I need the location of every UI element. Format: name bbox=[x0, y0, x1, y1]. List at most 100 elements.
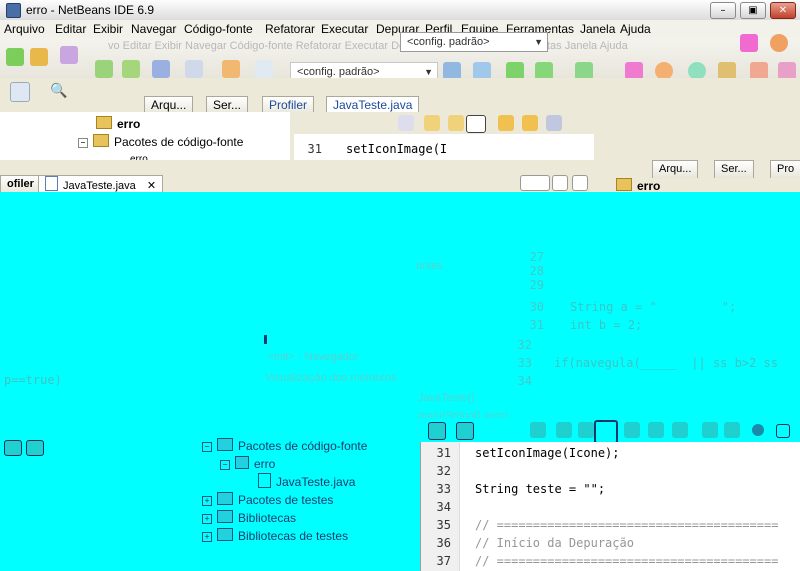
code-comment[interactable]: // =====================================… bbox=[475, 518, 778, 532]
copy-icon[interactable] bbox=[152, 60, 170, 78]
tab-profiler-right[interactable]: Pro bbox=[770, 160, 800, 178]
code-line[interactable]: setIconImage(I bbox=[346, 142, 447, 156]
redo-icon[interactable] bbox=[255, 60, 273, 78]
menu-arquivo[interactable]: Arquivo bbox=[4, 22, 45, 36]
expand-icon: + bbox=[202, 496, 212, 506]
toggle-highlight-icon[interactable] bbox=[594, 420, 618, 444]
config-combo-top[interactable]: <config. padrão> ▼ bbox=[400, 32, 548, 52]
ghost-code-string-a: String a = " "; bbox=[570, 300, 737, 314]
collapse-icon: − bbox=[202, 442, 212, 452]
new-project-icon[interactable] bbox=[6, 48, 24, 66]
tab-editor-file-mid[interactable]: JavaTeste.java ✕ bbox=[38, 175, 164, 193]
search-icon[interactable]: 🔍 bbox=[50, 82, 68, 100]
ghost-line-number: 32 bbox=[517, 338, 532, 352]
tree-package-erro[interactable]: − erro bbox=[220, 455, 275, 473]
ghost-class-member: JavaTeste() bbox=[418, 392, 475, 404]
ghost-code-int-b: int b = 2; bbox=[570, 318, 643, 332]
add-icon[interactable] bbox=[122, 60, 140, 78]
next-occurrence-icon[interactable] bbox=[578, 422, 594, 438]
minimize-button[interactable]: – bbox=[710, 2, 736, 19]
ghost-navigator-title: <init> - Navegador bbox=[268, 351, 359, 363]
ghost-line-number: 34 bbox=[517, 374, 532, 388]
window-title: erro - NetBeans IDE 6.9 bbox=[26, 3, 155, 17]
code-comment[interactable]: // Início da Depuração bbox=[475, 536, 634, 550]
line-number: 35 bbox=[436, 518, 451, 532]
tree-file-javateste[interactable]: JavaTeste.java bbox=[258, 473, 355, 491]
open-project-icon[interactable] bbox=[30, 48, 48, 66]
record-macro-icon[interactable] bbox=[752, 424, 764, 436]
tree-project-erro-right[interactable]: erro bbox=[616, 178, 660, 193]
line-number: 37 bbox=[436, 554, 451, 568]
tab-arquivos-right[interactable]: Arqu... bbox=[652, 160, 699, 178]
close-tab-icon[interactable]: ✕ bbox=[147, 180, 156, 192]
folder-icon bbox=[217, 492, 233, 505]
package-icon bbox=[235, 456, 249, 469]
tab-profiler-mid[interactable]: ofiler bbox=[0, 175, 41, 193]
paste-icon[interactable] bbox=[185, 60, 203, 78]
next-bookmark-icon[interactable] bbox=[648, 422, 664, 438]
tree-partial-erro[interactable]: erro bbox=[130, 151, 148, 160]
prev-occurrence-icon[interactable] bbox=[424, 115, 440, 131]
find-icon[interactable] bbox=[530, 422, 546, 438]
prev-bookmark-icon[interactable] bbox=[672, 422, 688, 438]
menu-executar[interactable]: Executar bbox=[321, 22, 368, 36]
tree-test-packages[interactable]: + Pacotes de testes bbox=[202, 491, 333, 509]
new-file-icon[interactable] bbox=[95, 60, 113, 78]
code-line[interactable]: setIconImage(Icone); bbox=[475, 446, 620, 460]
tree-test-libraries[interactable]: + Bibliotecas de testes bbox=[202, 527, 348, 545]
tree-source-packages[interactable]: − Pacotes de código-fonte bbox=[202, 437, 367, 455]
text-cursor bbox=[264, 335, 267, 344]
panel-option-icon[interactable] bbox=[4, 440, 22, 456]
ghost-line-number: 28 bbox=[529, 264, 544, 278]
line-number: 36 bbox=[436, 536, 451, 550]
next-bookmark-icon[interactable] bbox=[522, 115, 538, 131]
pause-icon-top[interactable] bbox=[770, 34, 788, 52]
shift-right-icon[interactable] bbox=[724, 422, 740, 438]
menu-navegar[interactable]: Navegar bbox=[131, 22, 176, 36]
shift-icon[interactable] bbox=[546, 115, 562, 131]
expand-icon: + bbox=[202, 532, 212, 542]
menu-janela[interactable]: Janela bbox=[580, 22, 615, 36]
lower-code-editor[interactable]: 31 setIconImage(Icone); 32 33 String tes… bbox=[420, 442, 800, 571]
line-number: 34 bbox=[436, 500, 451, 514]
tree-libraries[interactable]: + Bibliotecas bbox=[202, 509, 296, 527]
forward-icon[interactable] bbox=[456, 422, 474, 440]
home-icon[interactable] bbox=[10, 82, 30, 102]
tree-source-packages[interactable]: − Pacotes de código-fonte bbox=[78, 133, 243, 151]
undo-icon[interactable] bbox=[222, 60, 240, 78]
menu-refatorar[interactable]: Refatorar bbox=[265, 22, 315, 36]
menu-codigo-fonte[interactable]: Código-fonte bbox=[184, 22, 253, 36]
find-icon[interactable] bbox=[398, 115, 414, 131]
save-all-icon[interactable] bbox=[60, 46, 78, 64]
maximize-editor-icon[interactable] bbox=[572, 175, 588, 191]
library-icon bbox=[217, 510, 233, 523]
close-button[interactable]: ✕ bbox=[770, 2, 796, 19]
panel-option-icon[interactable] bbox=[26, 440, 44, 456]
code-comment[interactable]: // =====================================… bbox=[475, 554, 778, 568]
prev-occurrence-icon[interactable] bbox=[556, 422, 572, 438]
tab-servicos-right[interactable]: Ser... bbox=[714, 160, 754, 178]
code-line[interactable]: String teste = ""; bbox=[475, 482, 605, 496]
tab-list-icon[interactable] bbox=[552, 175, 568, 191]
ghost-line-number: 33 bbox=[517, 356, 532, 370]
toggle-bookmark-icon[interactable] bbox=[498, 115, 514, 131]
stop-icon-top[interactable] bbox=[740, 34, 758, 52]
menu-exibir[interactable]: Exibir bbox=[93, 22, 123, 36]
menu-editar[interactable]: Editar bbox=[55, 22, 86, 36]
next-occurrence-icon[interactable] bbox=[448, 115, 464, 131]
stop-macro-icon[interactable] bbox=[776, 424, 790, 438]
lower-projects-tree: − Pacotes de código-fonte − erro JavaTeste… bbox=[180, 430, 420, 571]
java-file-icon bbox=[258, 473, 271, 488]
back-icon[interactable] bbox=[428, 422, 446, 440]
chevron-down-icon: ▼ bbox=[534, 37, 543, 47]
title-bar: erro - NetBeans IDE 6.9 – ▣ ✕ bbox=[0, 0, 800, 21]
toggle-highlight-icon[interactable] bbox=[466, 115, 486, 133]
line-number: 32 bbox=[436, 464, 451, 478]
toggle-bookmark-icon[interactable] bbox=[624, 422, 640, 438]
menu-ajuda[interactable]: Ajuda bbox=[620, 22, 651, 36]
right-projects-panel: Arqu... Ser... Pro erro bbox=[594, 158, 800, 193]
scroll-tabs-icon[interactable] bbox=[520, 175, 550, 191]
shift-left-icon[interactable] bbox=[702, 422, 718, 438]
tree-project-erro[interactable]: erro bbox=[96, 115, 140, 133]
maximize-button[interactable]: ▣ bbox=[740, 2, 766, 19]
